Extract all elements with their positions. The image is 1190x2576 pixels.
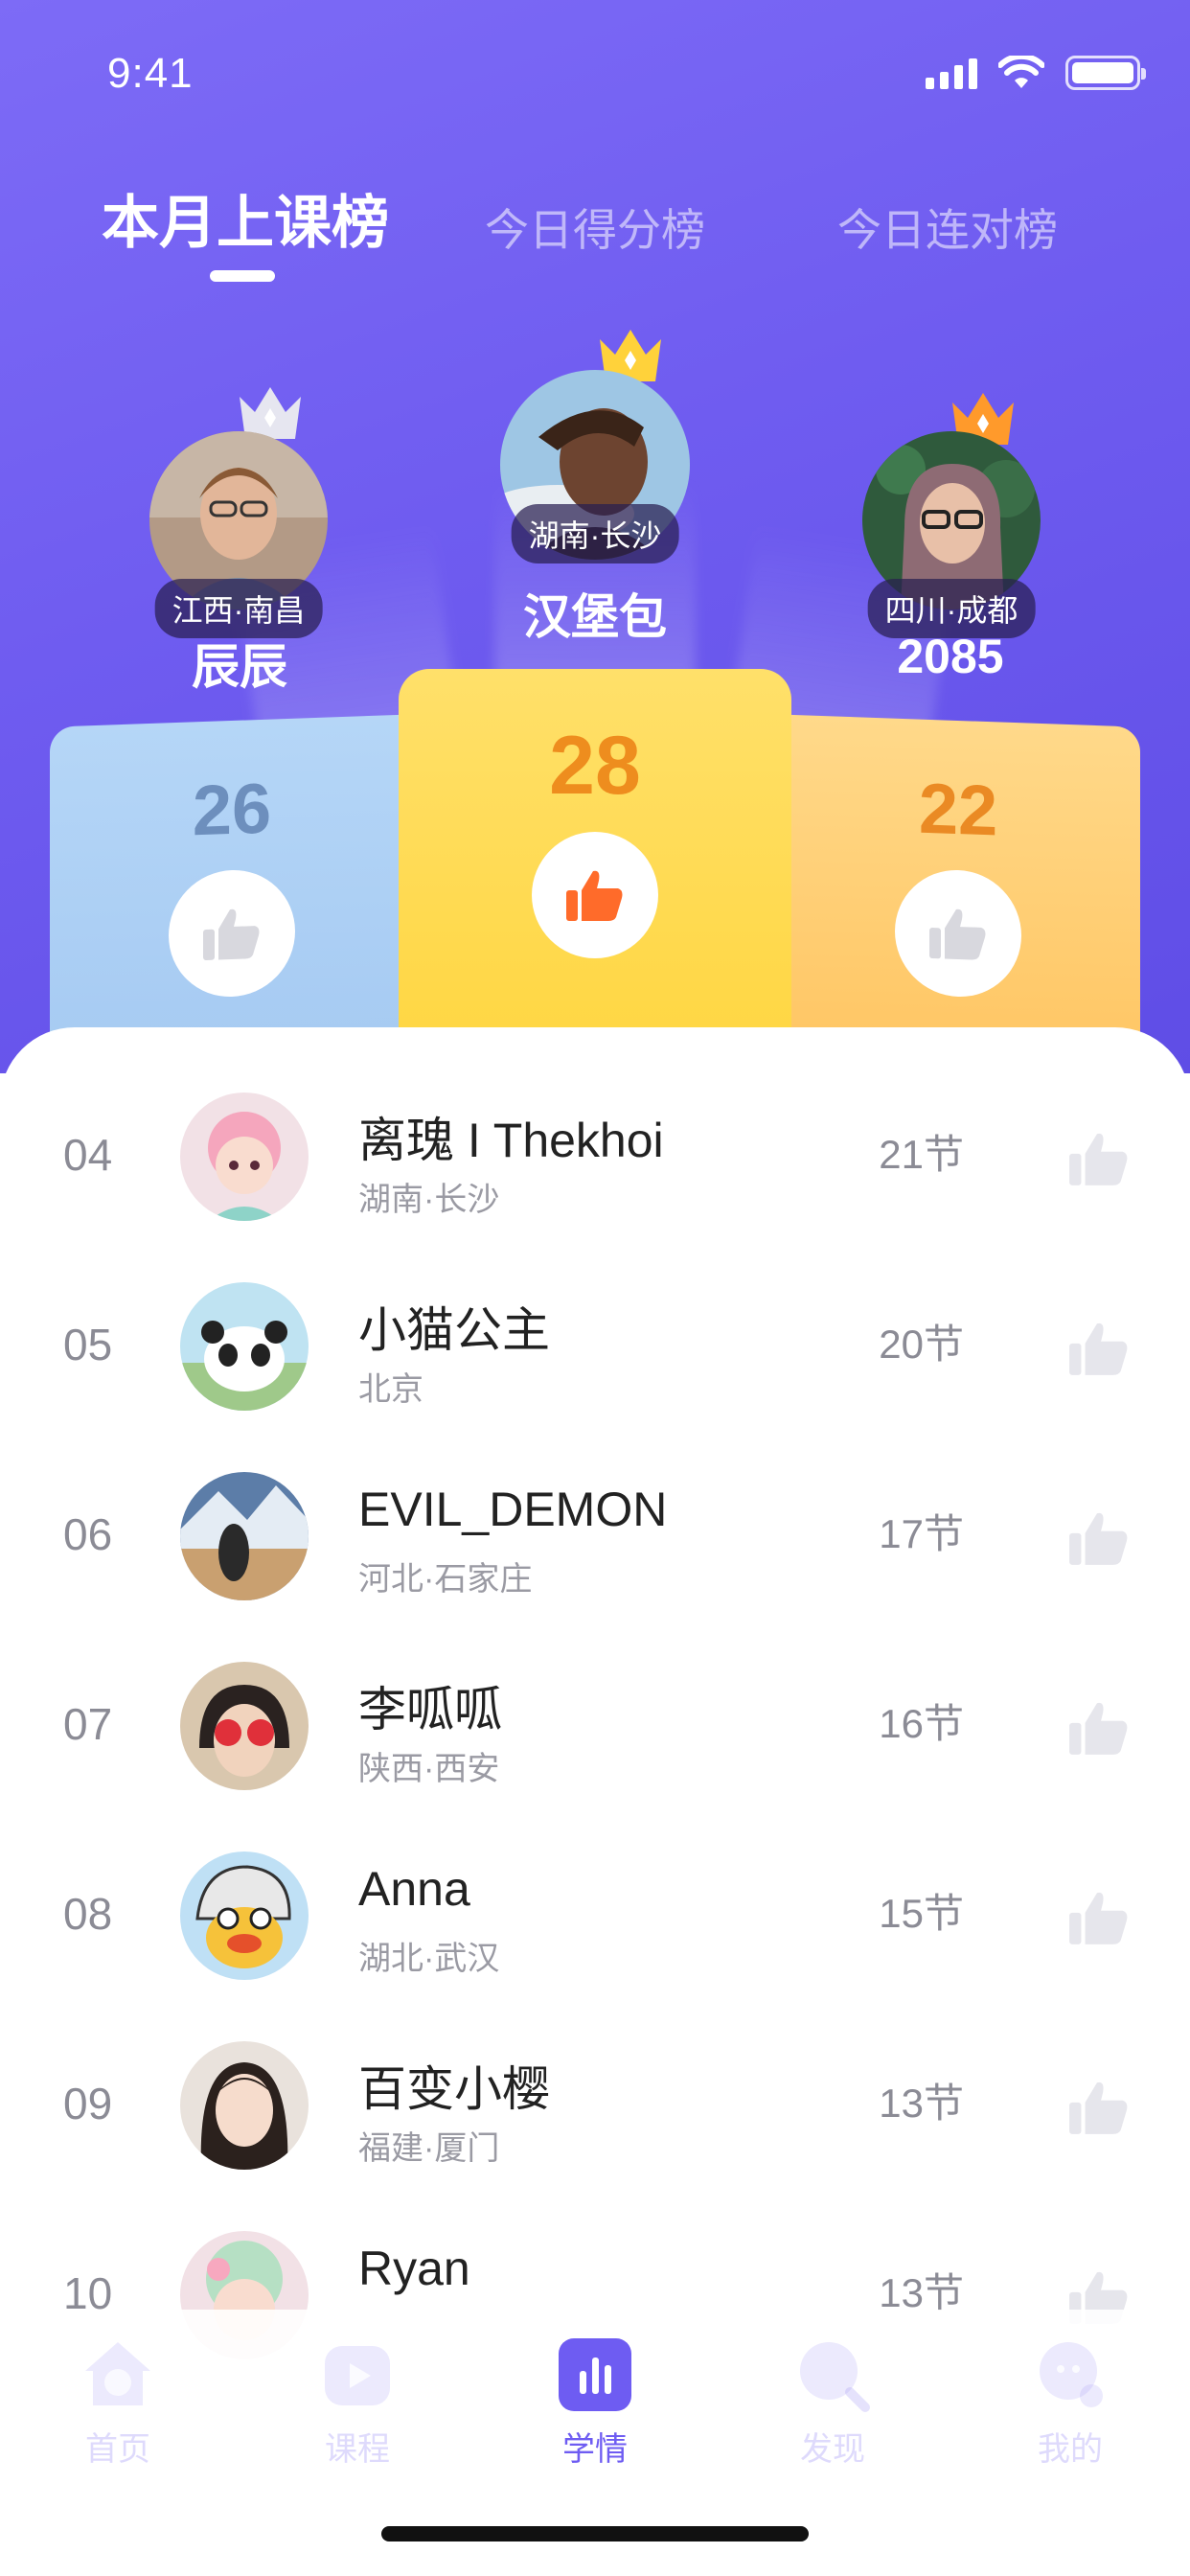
class-count: 21节 [879, 1132, 964, 1177]
list-item[interactable]: 09 百变小樱 福建·厦门 13节 [0, 2009, 1190, 2198]
list-item[interactable]: 05 小猫公主 北京 20节 [0, 1250, 1190, 1439]
podium-first-user[interactable]: 湖南·长沙 汉堡包 [489, 326, 701, 652]
home-indicator [381, 2526, 809, 2542]
thumbs-up-icon[interactable] [1067, 1508, 1131, 1568]
discover-search-icon [794, 2336, 871, 2413]
user-location: 北京 [358, 1371, 423, 1408]
thumbs-up-icon [203, 908, 260, 960]
cellular-signal-icon [926, 57, 977, 89]
avatar [180, 1662, 309, 1790]
rank-number: 09 [63, 2079, 113, 2128]
user-name: Ryan [358, 2242, 470, 2295]
user-location: 河北·石家庄 [358, 1561, 533, 1598]
nav-home[interactable]: 首页 [46, 2336, 190, 2470]
rank-number: 04 [63, 1130, 113, 1180]
avatar: 湖南·长沙 [500, 370, 690, 564]
nav-discover[interactable]: 发现 [761, 2336, 904, 2470]
user-name: Anna [358, 1862, 470, 1916]
list-item[interactable]: 06 EVIL_DEMON 河北·石家庄 17节 [0, 1439, 1190, 1629]
avatar: 四川·成都 [862, 431, 1041, 638]
user-name: EVIL_DEMON [358, 1483, 668, 1536]
rank-number: 05 [63, 1320, 113, 1369]
nav-study-status[interactable]: 学情 [523, 2336, 667, 2470]
class-count: 17节 [879, 1511, 964, 1556]
podium-first-name: 汉堡包 [523, 590, 667, 644]
thumbs-up-icon[interactable] [1067, 2078, 1131, 2137]
list-item[interactable]: 08 Anna 湖北·武汉 15节 [0, 1819, 1190, 2009]
thumbs-up-icon[interactable] [1067, 1698, 1131, 1758]
podium-second-name: 辰辰 [192, 640, 287, 694]
tab-monthly-classes[interactable]: 本月上课榜 [102, 176, 389, 260]
avatar [180, 1852, 309, 1980]
home-icon [80, 2336, 156, 2413]
status-time: 9:41 [107, 50, 194, 97]
course-play-icon [319, 2336, 396, 2413]
nav-label: 学情 [562, 2431, 628, 2468]
nav-profile[interactable]: 我的 [998, 2336, 1142, 2470]
rank-number: 06 [63, 1509, 113, 1559]
podium-second-score: 26 [192, 768, 272, 851]
thumbs-up-icon[interactable] [1067, 1129, 1131, 1188]
location-badge: 湖南·长沙 [511, 504, 679, 564]
avatar [180, 1092, 309, 1221]
user-name: 离瑰 I Thekhoi [358, 1114, 664, 1167]
list-item[interactable]: 04 离瑰 I Thekhoi 湖南·长沙 21节 [0, 1060, 1190, 1250]
podium-second-block: 26 [50, 714, 414, 1073]
user-location: 陕西·西安 [358, 1751, 500, 1787]
avatar: 江西·南昌 [149, 431, 328, 638]
list-item[interactable]: 07 李呱呱 陕西·西安 16节 [0, 1629, 1190, 1819]
like-button[interactable] [895, 867, 1021, 1000]
battery-icon [1065, 56, 1146, 90]
podium-first-score: 28 [549, 720, 641, 812]
podium-third-score: 22 [918, 768, 998, 851]
avatar [180, 2041, 309, 2170]
user-location: 湖北·武汉 [358, 1941, 500, 1977]
leaderboard-header: 9:41 本月上课榜 今日得分榜 今日连对榜 江西·南昌 辰辰 湖南·长沙 汉堡… [0, 0, 1190, 1073]
wifi-icon [998, 56, 1044, 88]
thumbs-up-icon [566, 870, 623, 921]
podium-third-block: 22 [776, 714, 1140, 1073]
podium-first-block: 28 [399, 669, 791, 1073]
podium-third-name: 2085 [897, 630, 1004, 683]
class-count: 20节 [879, 1322, 964, 1367]
profile-icon [1032, 2336, 1109, 2413]
nav-label: 发现 [800, 2431, 865, 2468]
nav-label: 课程 [325, 2431, 390, 2468]
class-count: 16节 [879, 1701, 964, 1746]
status-icons [926, 54, 1146, 92]
user-location: 湖南·长沙 [358, 1182, 500, 1218]
like-button[interactable] [169, 867, 295, 1000]
avatar [180, 1282, 309, 1411]
thumbs-up-icon[interactable] [1067, 1888, 1131, 1947]
nav-course[interactable]: 课程 [286, 2336, 429, 2470]
active-tab-indicator [210, 270, 275, 282]
user-name: 百变小樱 [358, 2062, 550, 2116]
user-location: 福建·厦门 [358, 2130, 500, 2167]
nav-label: 首页 [85, 2431, 150, 2468]
rank-number: 07 [63, 1699, 113, 1749]
tab-daily-streak[interactable]: 今日连对榜 [837, 196, 1058, 259]
podium-second-user[interactable]: 江西·南昌 辰辰 [134, 383, 345, 694]
user-name: 李呱呱 [358, 1683, 502, 1736]
nav-label: 我的 [1038, 2431, 1103, 2468]
thumbs-up-icon[interactable] [1067, 1319, 1131, 1378]
class-count: 13节 [879, 2081, 964, 2126]
like-button[interactable] [532, 832, 658, 958]
tab-daily-score[interactable]: 今日得分榜 [485, 196, 705, 259]
thumbs-up-icon [929, 908, 986, 960]
stats-bar-icon [557, 2336, 633, 2413]
class-count: 15节 [879, 1891, 964, 1936]
rank-number: 08 [63, 1889, 113, 1939]
user-name: 小猫公主 [358, 1303, 550, 1357]
podium-third-user[interactable]: 四川·成都 2085 [845, 383, 1056, 690]
ranking-tabs: 本月上课榜 今日得分榜 今日连对榜 [0, 182, 1190, 288]
avatar [180, 1472, 309, 1600]
